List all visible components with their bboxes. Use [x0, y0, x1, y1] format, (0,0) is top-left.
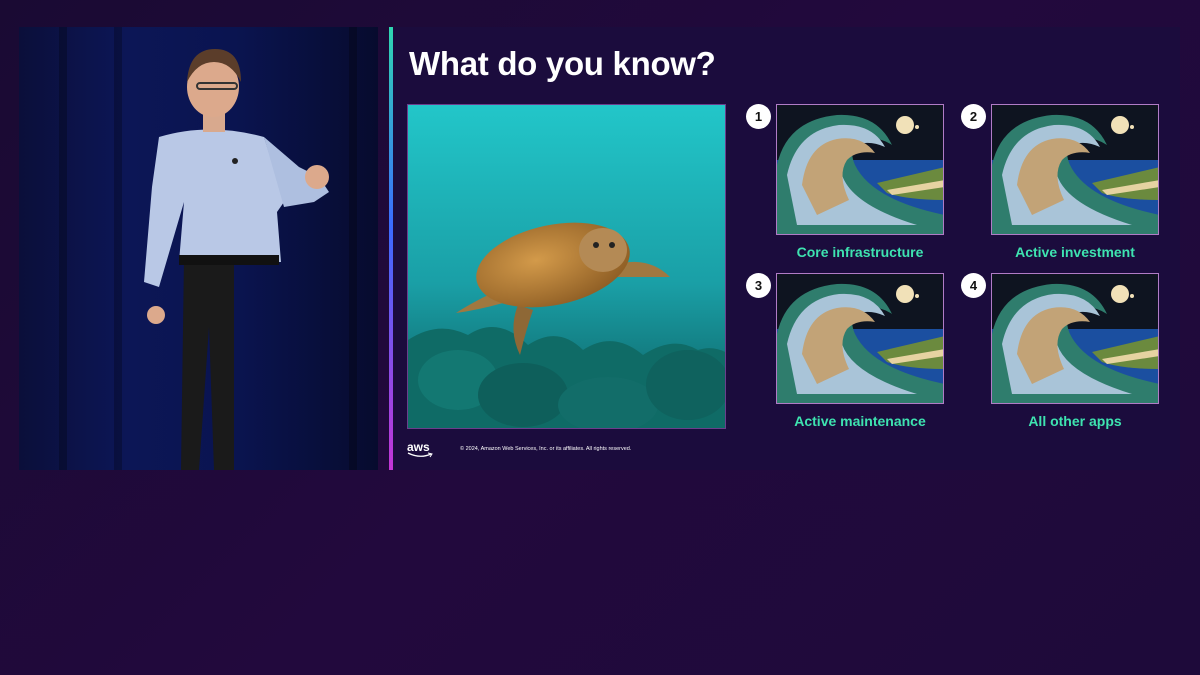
wave-image [991, 104, 1159, 235]
card-label: All other apps [1028, 413, 1122, 429]
card-number: 1 [746, 104, 771, 129]
card-number: 3 [746, 273, 771, 298]
wave-image [776, 104, 944, 235]
card-number: 4 [961, 273, 986, 298]
slide-accent-bar [389, 27, 393, 470]
copyright-text: © 2024, Amazon Web Services, Inc. or its… [460, 446, 632, 452]
card-number: 2 [961, 104, 986, 129]
wave-image [991, 273, 1159, 404]
aws-logo: aws [407, 440, 433, 460]
video-frame: What do you know? 1 Core infrastructure … [0, 0, 1200, 675]
slide-title: What do you know? [409, 45, 716, 82]
card-label: Active investment [1015, 244, 1135, 260]
sea-turtle-image [407, 104, 726, 429]
card-label: Core infrastructure [796, 244, 924, 260]
aws-logo-text: aws [407, 440, 430, 454]
card-label: Active maintenance [794, 413, 926, 429]
presentation-slide: What do you know? 1 Core infrastructure … [389, 27, 1180, 470]
speaker-figure [144, 49, 329, 470]
wave-image [776, 273, 944, 404]
speaker-video [19, 27, 378, 470]
